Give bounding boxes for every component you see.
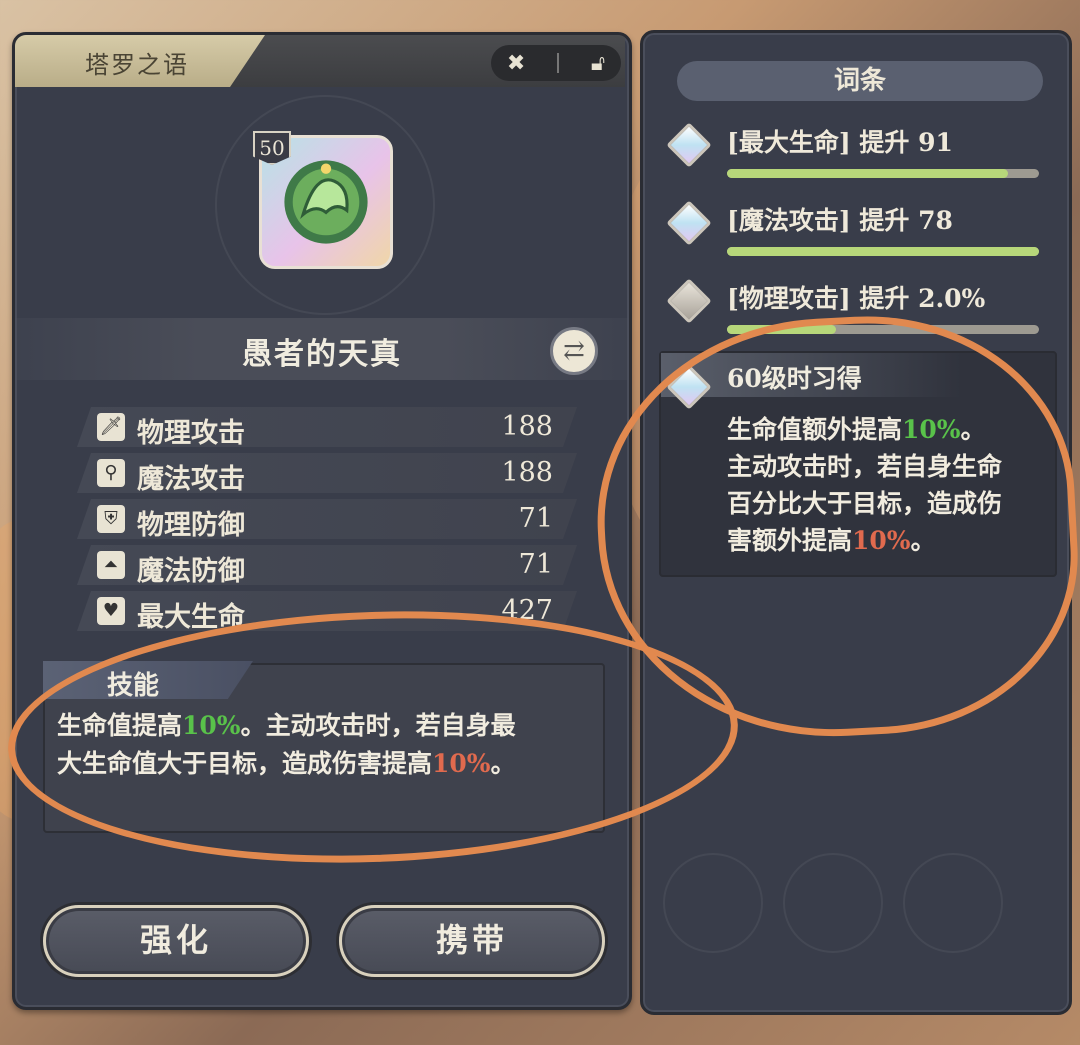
divider [557, 53, 560, 73]
skill-text: 。 [490, 749, 516, 778]
stat-row: ⚲ 魔法攻击 188 [77, 453, 577, 493]
unlock-description: 生命值额外提高10%。 主动攻击时，若自身生命 百分比大于目标，造成伤 害额外提… [727, 411, 1047, 559]
sword-icon: 🗡 [97, 413, 125, 441]
affix-bar [727, 169, 1039, 178]
enhance-button[interactable]: 强化 [43, 905, 309, 977]
stat-label: 魔法防御 [137, 556, 245, 587]
stat-label: 魔法攻击 [137, 464, 245, 495]
skill-text: 。主动攻击时，若自身最 [240, 711, 516, 740]
affix-bar [727, 325, 1039, 334]
gem-icon [666, 122, 712, 168]
unlock-text: 生命值额外提高 [727, 415, 903, 444]
skill-title: 技能 [107, 671, 160, 701]
stat-row: ♥ 最大生命 427 [77, 591, 577, 631]
affix-label: [最大生命] 提升 91 [727, 128, 953, 157]
unlock-icon[interactable]: 🔓︎ [591, 51, 605, 76]
stat-value: 71 [518, 549, 553, 580]
unlock-value: 10% [902, 415, 961, 444]
tarot-detail-panel: 塔罗之语 ✖ 🔓︎ 50 愚者的天真 ⇄ 🗡 物理攻击 188 ⚲ 魔法攻击 1… [12, 32, 632, 1010]
swap-icon: ⇄ [563, 336, 585, 366]
decor-ring [783, 853, 883, 953]
stat-label: 最大生命 [137, 602, 245, 633]
wand-icon: ⚲ [97, 459, 125, 487]
heart-icon: ♥ [97, 597, 125, 625]
stat-value: 188 [501, 411, 553, 442]
jester-hat-icon [284, 160, 368, 244]
stat-row: 🗡 物理攻击 188 [77, 407, 577, 447]
skill-text: 生命值提高 [57, 711, 183, 740]
affix-bar-fill [727, 325, 837, 334]
skill-text: 大生命值大于目标，造成伤害提高 [57, 749, 433, 778]
decor-ring [663, 853, 763, 953]
affix-bar-fill [727, 247, 1039, 256]
affix-label: [物理攻击] 提升 2.0% [727, 284, 986, 313]
affix-label: [魔法攻击] 提升 78 [727, 206, 953, 235]
unlock-value: 10% [852, 526, 911, 555]
gem-icon [666, 200, 712, 246]
stat-value: 71 [518, 503, 553, 534]
stat-value: 427 [501, 595, 553, 626]
unlock-text: 百分比大于目标，造成伤 [727, 489, 1003, 518]
skill-value: 10% [432, 749, 491, 778]
stat-label: 物理防御 [137, 510, 245, 541]
unlock-text: 害额外提高 [727, 526, 853, 555]
swap-button[interactable]: ⇄ [550, 327, 598, 375]
unlock-text: 主动攻击时，若自身生命 [727, 452, 1003, 481]
carry-button[interactable]: 携带 [339, 905, 605, 977]
shield-icon: ⛨ [97, 505, 125, 533]
discard-icon[interactable]: ✖ [507, 51, 525, 76]
panel-title: 塔罗之语 [85, 51, 189, 79]
stat-label: 物理攻击 [137, 418, 245, 449]
decor-ring [903, 853, 1003, 953]
gem-icon-dim [666, 278, 712, 324]
skill-value: 10% [182, 711, 241, 740]
affix-bar [727, 247, 1039, 256]
unlock-title: 60级时习得 [727, 364, 862, 393]
witch-hat-icon: ⏶ [97, 551, 125, 579]
skill-description: 生命值提高10%。主动攻击时，若自身最 大生命值大于目标，造成伤害提高10%。 [57, 707, 597, 783]
affix-header: 词条 [677, 61, 1043, 101]
unlock-text: 。 [910, 526, 936, 555]
unlock-text: 。 [960, 415, 986, 444]
tarot-name: 愚者的天真 [242, 337, 402, 372]
stat-row: ⛨ 物理防御 71 [77, 499, 577, 539]
stat-row: ⏶ 魔法防御 71 [77, 545, 577, 585]
title-bar: 塔罗之语 ✖ 🔓︎ [15, 35, 625, 87]
stat-value: 188 [501, 457, 553, 488]
title-actions: ✖ 🔓︎ [491, 45, 621, 81]
affix-panel: 词条 [最大生命] 提升 91 [魔法攻击] 提升 78 [物理攻击] 提升 2… [640, 30, 1072, 1015]
affix-bar-fill [727, 169, 1008, 178]
